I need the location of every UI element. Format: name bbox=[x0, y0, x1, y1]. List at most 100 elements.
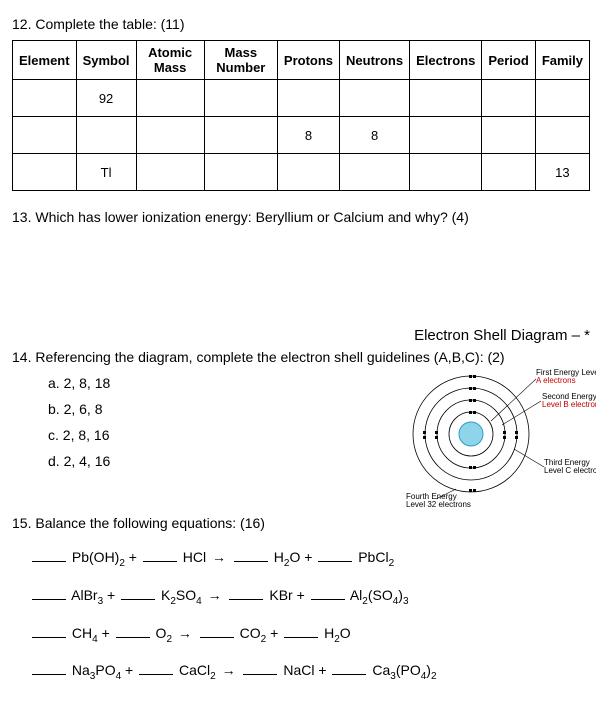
diagram-title: Electron Shell Diagram – * bbox=[414, 327, 590, 344]
formula: NaCl bbox=[283, 662, 314, 678]
cell[interactable] bbox=[410, 80, 482, 117]
formula: HCl bbox=[183, 549, 206, 565]
cell[interactable]: Tl bbox=[76, 154, 136, 191]
cell[interactable] bbox=[136, 154, 204, 191]
sub: 2 bbox=[119, 558, 125, 569]
sub: 2 bbox=[166, 633, 172, 644]
coef-blank[interactable] bbox=[234, 549, 268, 562]
cell[interactable] bbox=[340, 80, 410, 117]
q13-heading: 13. Which has lower ionization energy: B… bbox=[12, 209, 590, 225]
cell[interactable] bbox=[535, 117, 589, 154]
coef-blank[interactable] bbox=[32, 625, 66, 638]
cell[interactable] bbox=[535, 80, 589, 117]
cell[interactable] bbox=[410, 154, 482, 191]
formula: K bbox=[161, 587, 170, 603]
coef-blank[interactable] bbox=[284, 625, 318, 638]
equation-2: AlBr3 + K2SO4 → KBr + Al2(SO4)3 bbox=[30, 587, 590, 607]
cell[interactable] bbox=[13, 154, 77, 191]
sub: 2 bbox=[431, 671, 437, 682]
coef-blank[interactable] bbox=[32, 549, 66, 562]
q12-heading: 12. Complete the table: (11) bbox=[12, 16, 590, 32]
sub: 4 bbox=[92, 633, 98, 644]
formula: (PO bbox=[396, 662, 421, 678]
formula: Ca bbox=[372, 662, 390, 678]
cell[interactable] bbox=[204, 154, 277, 191]
plus: + bbox=[125, 662, 133, 678]
cell[interactable] bbox=[76, 117, 136, 154]
cell[interactable]: 8 bbox=[340, 117, 410, 154]
label-third-C: Level C electrons bbox=[544, 466, 596, 475]
plus: + bbox=[297, 587, 305, 603]
cell[interactable] bbox=[482, 80, 535, 117]
th-symbol: Symbol bbox=[76, 41, 136, 80]
th-mass-number: Mass Number bbox=[204, 41, 277, 80]
arrow-icon: → bbox=[208, 587, 222, 603]
sub: 2 bbox=[389, 558, 395, 569]
plus: + bbox=[304, 549, 312, 565]
label-second-B: Level B electrons bbox=[542, 400, 596, 409]
cell[interactable] bbox=[482, 154, 535, 191]
sub: 3 bbox=[98, 596, 104, 607]
equation-3: CH4 + O2 → CO2 + H2O bbox=[30, 625, 590, 645]
coef-blank[interactable] bbox=[229, 587, 263, 600]
th-atomic-mass: Atomic Mass bbox=[136, 41, 204, 80]
sub: 2 bbox=[210, 671, 216, 682]
formula: CO bbox=[240, 625, 261, 641]
coef-blank[interactable] bbox=[32, 587, 66, 600]
th-protons: Protons bbox=[277, 41, 339, 80]
periodic-table: Element Symbol Atomic Mass Mass Number P… bbox=[12, 40, 590, 191]
arrow-icon: → bbox=[178, 625, 192, 641]
cell[interactable]: 8 bbox=[277, 117, 339, 154]
equation-4: Na3PO4 + CaCl2 → NaCl + Ca3(PO4)2 bbox=[30, 662, 590, 682]
coef-blank[interactable] bbox=[200, 625, 234, 638]
coef-blank[interactable] bbox=[318, 549, 352, 562]
formula: Na bbox=[72, 662, 90, 678]
plus: + bbox=[107, 587, 115, 603]
cell[interactable] bbox=[277, 80, 339, 117]
th-neutrons: Neutrons bbox=[340, 41, 410, 80]
formula: O bbox=[289, 549, 300, 565]
formula: H bbox=[274, 549, 284, 565]
formula: PbCl bbox=[358, 549, 388, 565]
formula: O bbox=[340, 625, 351, 641]
cell[interactable]: 92 bbox=[76, 80, 136, 117]
arrow-icon: → bbox=[222, 662, 236, 678]
coef-blank[interactable] bbox=[243, 662, 277, 675]
coef-blank[interactable] bbox=[311, 587, 345, 600]
coef-blank[interactable] bbox=[32, 662, 66, 675]
electron-shell-diagram: First Energy Level A electrons Second En… bbox=[386, 349, 596, 519]
formula: CH bbox=[72, 625, 92, 641]
formula: KBr bbox=[269, 587, 292, 603]
cell[interactable] bbox=[340, 154, 410, 191]
sub: 4 bbox=[196, 596, 202, 607]
formula: CaCl bbox=[179, 662, 210, 678]
coef-blank[interactable] bbox=[139, 662, 173, 675]
formula: H bbox=[324, 625, 334, 641]
label-first-A: A electrons bbox=[536, 376, 576, 385]
plus: + bbox=[129, 549, 137, 565]
cell[interactable] bbox=[204, 80, 277, 117]
cell[interactable] bbox=[482, 117, 535, 154]
th-element: Element bbox=[13, 41, 77, 80]
cell[interactable]: 13 bbox=[535, 154, 589, 191]
coef-blank[interactable] bbox=[332, 662, 366, 675]
sub: 3 bbox=[403, 596, 409, 607]
cell[interactable] bbox=[13, 117, 77, 154]
cell[interactable] bbox=[136, 117, 204, 154]
coef-blank[interactable] bbox=[116, 625, 150, 638]
coef-blank[interactable] bbox=[121, 587, 155, 600]
label-fourth2: Level 32 electrons bbox=[406, 500, 471, 509]
th-family: Family bbox=[535, 41, 589, 80]
cell[interactable] bbox=[277, 154, 339, 191]
arrow-icon: → bbox=[212, 549, 226, 565]
cell[interactable] bbox=[13, 80, 77, 117]
plus: + bbox=[318, 662, 326, 678]
cell[interactable] bbox=[204, 117, 277, 154]
sub: 4 bbox=[116, 671, 122, 682]
sub: 2 bbox=[261, 633, 267, 644]
th-period: Period bbox=[482, 41, 535, 80]
formula: Al bbox=[350, 587, 362, 603]
cell[interactable] bbox=[410, 117, 482, 154]
cell[interactable] bbox=[136, 80, 204, 117]
coef-blank[interactable] bbox=[143, 549, 177, 562]
